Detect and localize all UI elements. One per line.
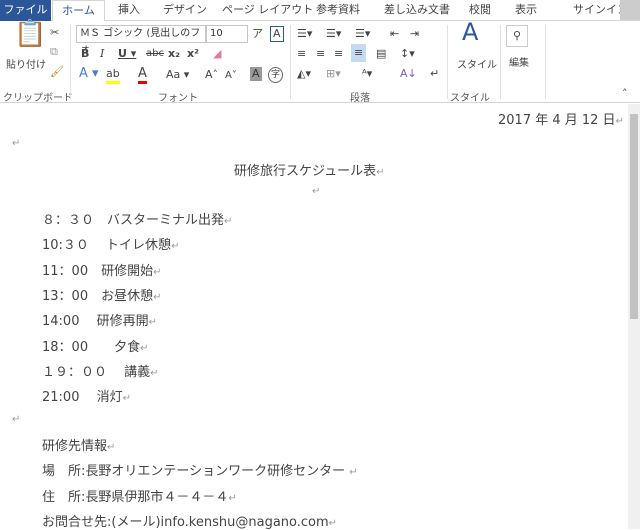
bold-icon[interactable]: B [81,47,89,61]
schedule-line: 11：00 研修開始↵ [42,263,162,279]
highlight-icon[interactable]: ab [106,67,120,84]
format-painter-icon[interactable]: 🖌 [50,65,64,79]
info-line: 住 所:長野県伊那市４－４－４↵ [42,489,237,505]
numbering-icon[interactable]: ☰▾ [326,27,341,41]
vertical-scrollbar[interactable] [628,104,640,529]
align-left-icon[interactable]: ≡ [297,47,306,61]
asian-layout-icon[interactable]: ᴬ▾ [362,67,372,81]
paste-button[interactable]: 貼り付け [6,59,46,73]
tab-insert[interactable]: 挿入 [118,0,140,21]
schedule-line: １９：００ 講義↵ [42,364,159,380]
justify-icon[interactable]: ≡ [351,44,367,62]
paste-icon[interactable]: 📋 [14,21,46,47]
schedule-line: 10:３０ トイレ休憩↵ [42,238,180,254]
ribbon-tabs: ファイル ホーム 挿入 デザイン ページ レイアウト 参考資料 差し込み文書 校… [0,0,640,22]
enclose-char-icon[interactable]: A [270,26,284,42]
schedule-line: 13：00 お昼休憩↵ [42,288,162,304]
document-title: 研修旅行スケジュール表↵ [234,164,385,179]
document-page[interactable]: 2017 年 4 月 12 日↵ ↵ 研修旅行スケジュール表↵ ↵ ８：３０ バ… [0,104,628,530]
clear-format-icon[interactable]: ◢ [213,47,221,61]
info-line: 研修先情報↵ [42,439,116,454]
shading-icon[interactable]: ◭▾ [297,67,311,81]
tab-design[interactable]: デザイン [163,0,207,21]
font-group-label: フォント [158,93,198,104]
sort-icon[interactable]: A↓ [400,67,417,81]
tab-references[interactable]: 参考資料 [316,0,360,21]
borders-icon[interactable]: ⊞▾ [326,67,341,81]
enclosed-char-icon[interactable]: 字 [268,67,284,83]
distributed-icon[interactable]: ▤ [376,47,386,61]
styles-button[interactable]: スタイル [457,59,497,73]
info-line: 場 所:長野オリエンテーションワーク研修センター ↵ [42,464,358,480]
font-color-icon[interactable]: A [138,67,147,84]
text-effects-icon[interactable]: A ▾ [79,67,99,81]
char-shading-icon[interactable]: A [250,67,262,81]
change-case-icon[interactable]: Aa ▾ [166,68,189,82]
italic-icon[interactable]: I [100,47,104,61]
decrease-indent-icon[interactable]: ⇤ [390,27,399,41]
clipboard-group-label: クリップボード [3,93,73,104]
font-size-select[interactable]: 10 [206,25,248,43]
grow-font-icon[interactable]: A˄ [205,68,218,82]
find-icon[interactable]: ⚲ [506,25,529,47]
show-marks-icon[interactable]: ↵ [430,67,439,81]
tab-home[interactable]: ホーム [52,0,105,22]
ribbon: 📋 貼り付け ✂ ⧉ 🖌 クリップボード ＭＳ ゴシック (見出しのフォ 10 … [0,20,640,104]
line-spacing-icon[interactable]: ↕▾ [400,47,415,61]
avatar[interactable] [620,0,640,20]
collapse-ribbon-icon[interactable]: ˄ [622,87,628,101]
underline-icon[interactable]: U ▾ [118,47,136,61]
tab-mailings[interactable]: 差し込み文書 [384,0,450,21]
info-line: お問合せ先:(メール)info.kenshu@nagano.com↵ [42,514,338,530]
phonetic-guide-icon[interactable]: ア [252,27,263,41]
schedule-line: 21:00 消灯↵ [42,390,131,406]
schedule-line: 14:00 研修再開↵ [42,314,157,330]
schedule-line: ８：３０ バスターミナル出発↵ [42,213,233,228]
copy-icon[interactable]: ⧉ [50,45,58,59]
align-center-icon[interactable]: ≡ [316,47,325,61]
tab-view[interactable]: 表示 [515,0,537,21]
paragraph-group-label: 段落 [350,93,370,104]
strikethrough-icon[interactable]: abc [146,47,164,61]
styles-group-label: スタイル [450,93,490,104]
styles-icon[interactable]: A [462,20,478,44]
align-right-icon[interactable]: ≡ [334,47,343,61]
scroll-thumb[interactable] [630,114,638,319]
cut-icon[interactable]: ✂ [50,26,59,40]
subscript-icon[interactable]: x₂ [168,47,180,61]
bullets-icon[interactable]: ☰▾ [297,27,312,41]
date-line: 2017 年 4 月 12 日↵ [498,113,624,128]
increase-indent-icon[interactable]: ⇥ [410,27,419,41]
superscript-icon[interactable]: x² [187,47,199,61]
shrink-font-icon[interactable]: A˅ [225,69,237,83]
multilevel-list-icon[interactable]: ☰▾ [355,27,370,41]
tab-file[interactable]: ファイル [0,0,51,21]
tab-page-layout[interactable]: ページ レイアウト [222,0,313,21]
font-name-select[interactable]: ＭＳ ゴシック (見出しのフォ [76,25,206,55]
editing-button[interactable]: 編集 [509,57,529,71]
schedule-line: 18：00 夕食↵ [42,339,149,355]
